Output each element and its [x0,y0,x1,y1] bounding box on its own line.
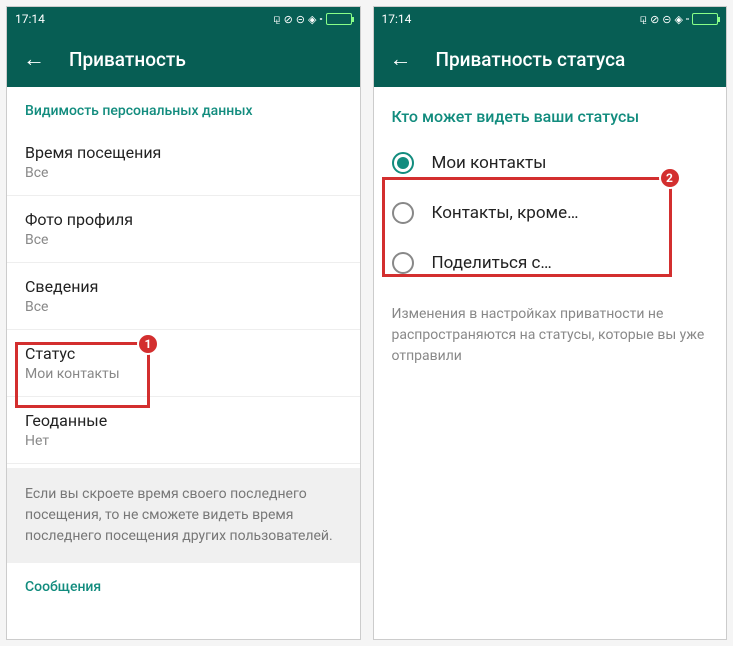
setting-value: Нет [25,433,342,449]
status-bar: 17:14 ⚼ ⊘ ⊝ ◈ ⬞ [7,7,360,31]
section-header-visibility: Видимость персональных данных [7,87,360,129]
app-bar: ← Приватность статуса [374,31,727,87]
dnd-icon: ⊝ [662,13,671,26]
battery-icon [326,13,352,25]
setting-title: Сведения [25,277,342,296]
setting-last-seen[interactable]: Время посещения Все [7,129,360,196]
vibrate-icon: ◈ [675,13,683,26]
badge-annotation-2: 2 [659,167,681,189]
status-icons: ⚼ ⊘ ⊝ ◈ ⬞ [273,12,352,26]
setting-title: Геоданные [25,411,342,430]
sync-off-icon: ⊘ [284,13,293,26]
note-text: Изменения в настройках приватности не ра… [374,288,727,383]
setting-value: Мои контакты [25,366,342,382]
status-time: 17:14 [15,12,45,26]
cell-signal-icon: ⬞ [319,12,322,26]
back-button[interactable]: ← [390,46,412,72]
radio-icon [392,152,414,174]
radio-share-with[interactable]: Поделиться с… [374,238,727,288]
setting-title: Время посещения [25,143,342,162]
radio-label: Контакты, кроме… [432,203,579,223]
bluetooth-icon: ⚼ [273,12,281,26]
radio-label: Мои контакты [432,153,547,173]
radio-label: Поделиться с… [432,253,552,273]
section-header-messages: Сообщения [7,563,360,605]
setting-about[interactable]: Сведения Все [7,263,360,330]
badge-annotation-1: 1 [137,333,159,355]
battery-icon [692,13,718,25]
dnd-icon: ⊝ [296,13,305,26]
setting-title: Фото профиля [25,210,342,229]
cell-signal-icon: ⬞ [686,12,689,26]
status-bar: 17:14 ⚼ ⊘ ⊝ ◈ ⬞ [374,7,727,31]
radio-icon [392,252,414,274]
setting-value: Все [25,165,342,181]
vibrate-icon: ◈ [308,13,316,26]
page-title: Приватность статуса [436,48,626,71]
sync-off-icon: ⊘ [650,13,659,26]
setting-profile-photo[interactable]: Фото профиля Все [7,196,360,263]
info-text: Если вы скроете время своего последнего … [7,468,360,563]
setting-title: Статус [25,344,342,363]
setting-value: Все [25,232,342,248]
page-title: Приватность [69,48,186,71]
back-button[interactable]: ← [23,46,45,72]
bluetooth-icon: ⚼ [639,12,647,26]
settings-content[interactable]: Видимость персональных данных Время посе… [7,87,360,639]
setting-location[interactable]: Геоданные Нет [7,397,360,464]
setting-status[interactable]: Статус Мои контакты [7,330,360,397]
radio-icon [392,202,414,224]
section-header-who-sees: Кто может видеть ваши статусы [374,87,727,138]
phone-screen-status-privacy: 17:14 ⚼ ⊘ ⊝ ◈ ⬞ ← Приватность статуса Кт… [373,6,728,640]
setting-value: Все [25,299,342,315]
status-time: 17:14 [382,12,412,26]
radio-contacts-except[interactable]: Контакты, кроме… [374,188,727,238]
phone-screen-privacy: 17:14 ⚼ ⊘ ⊝ ◈ ⬞ ← Приватность Видимость … [6,6,361,640]
status-icons: ⚼ ⊘ ⊝ ◈ ⬞ [639,12,718,26]
app-bar: ← Приватность [7,31,360,87]
